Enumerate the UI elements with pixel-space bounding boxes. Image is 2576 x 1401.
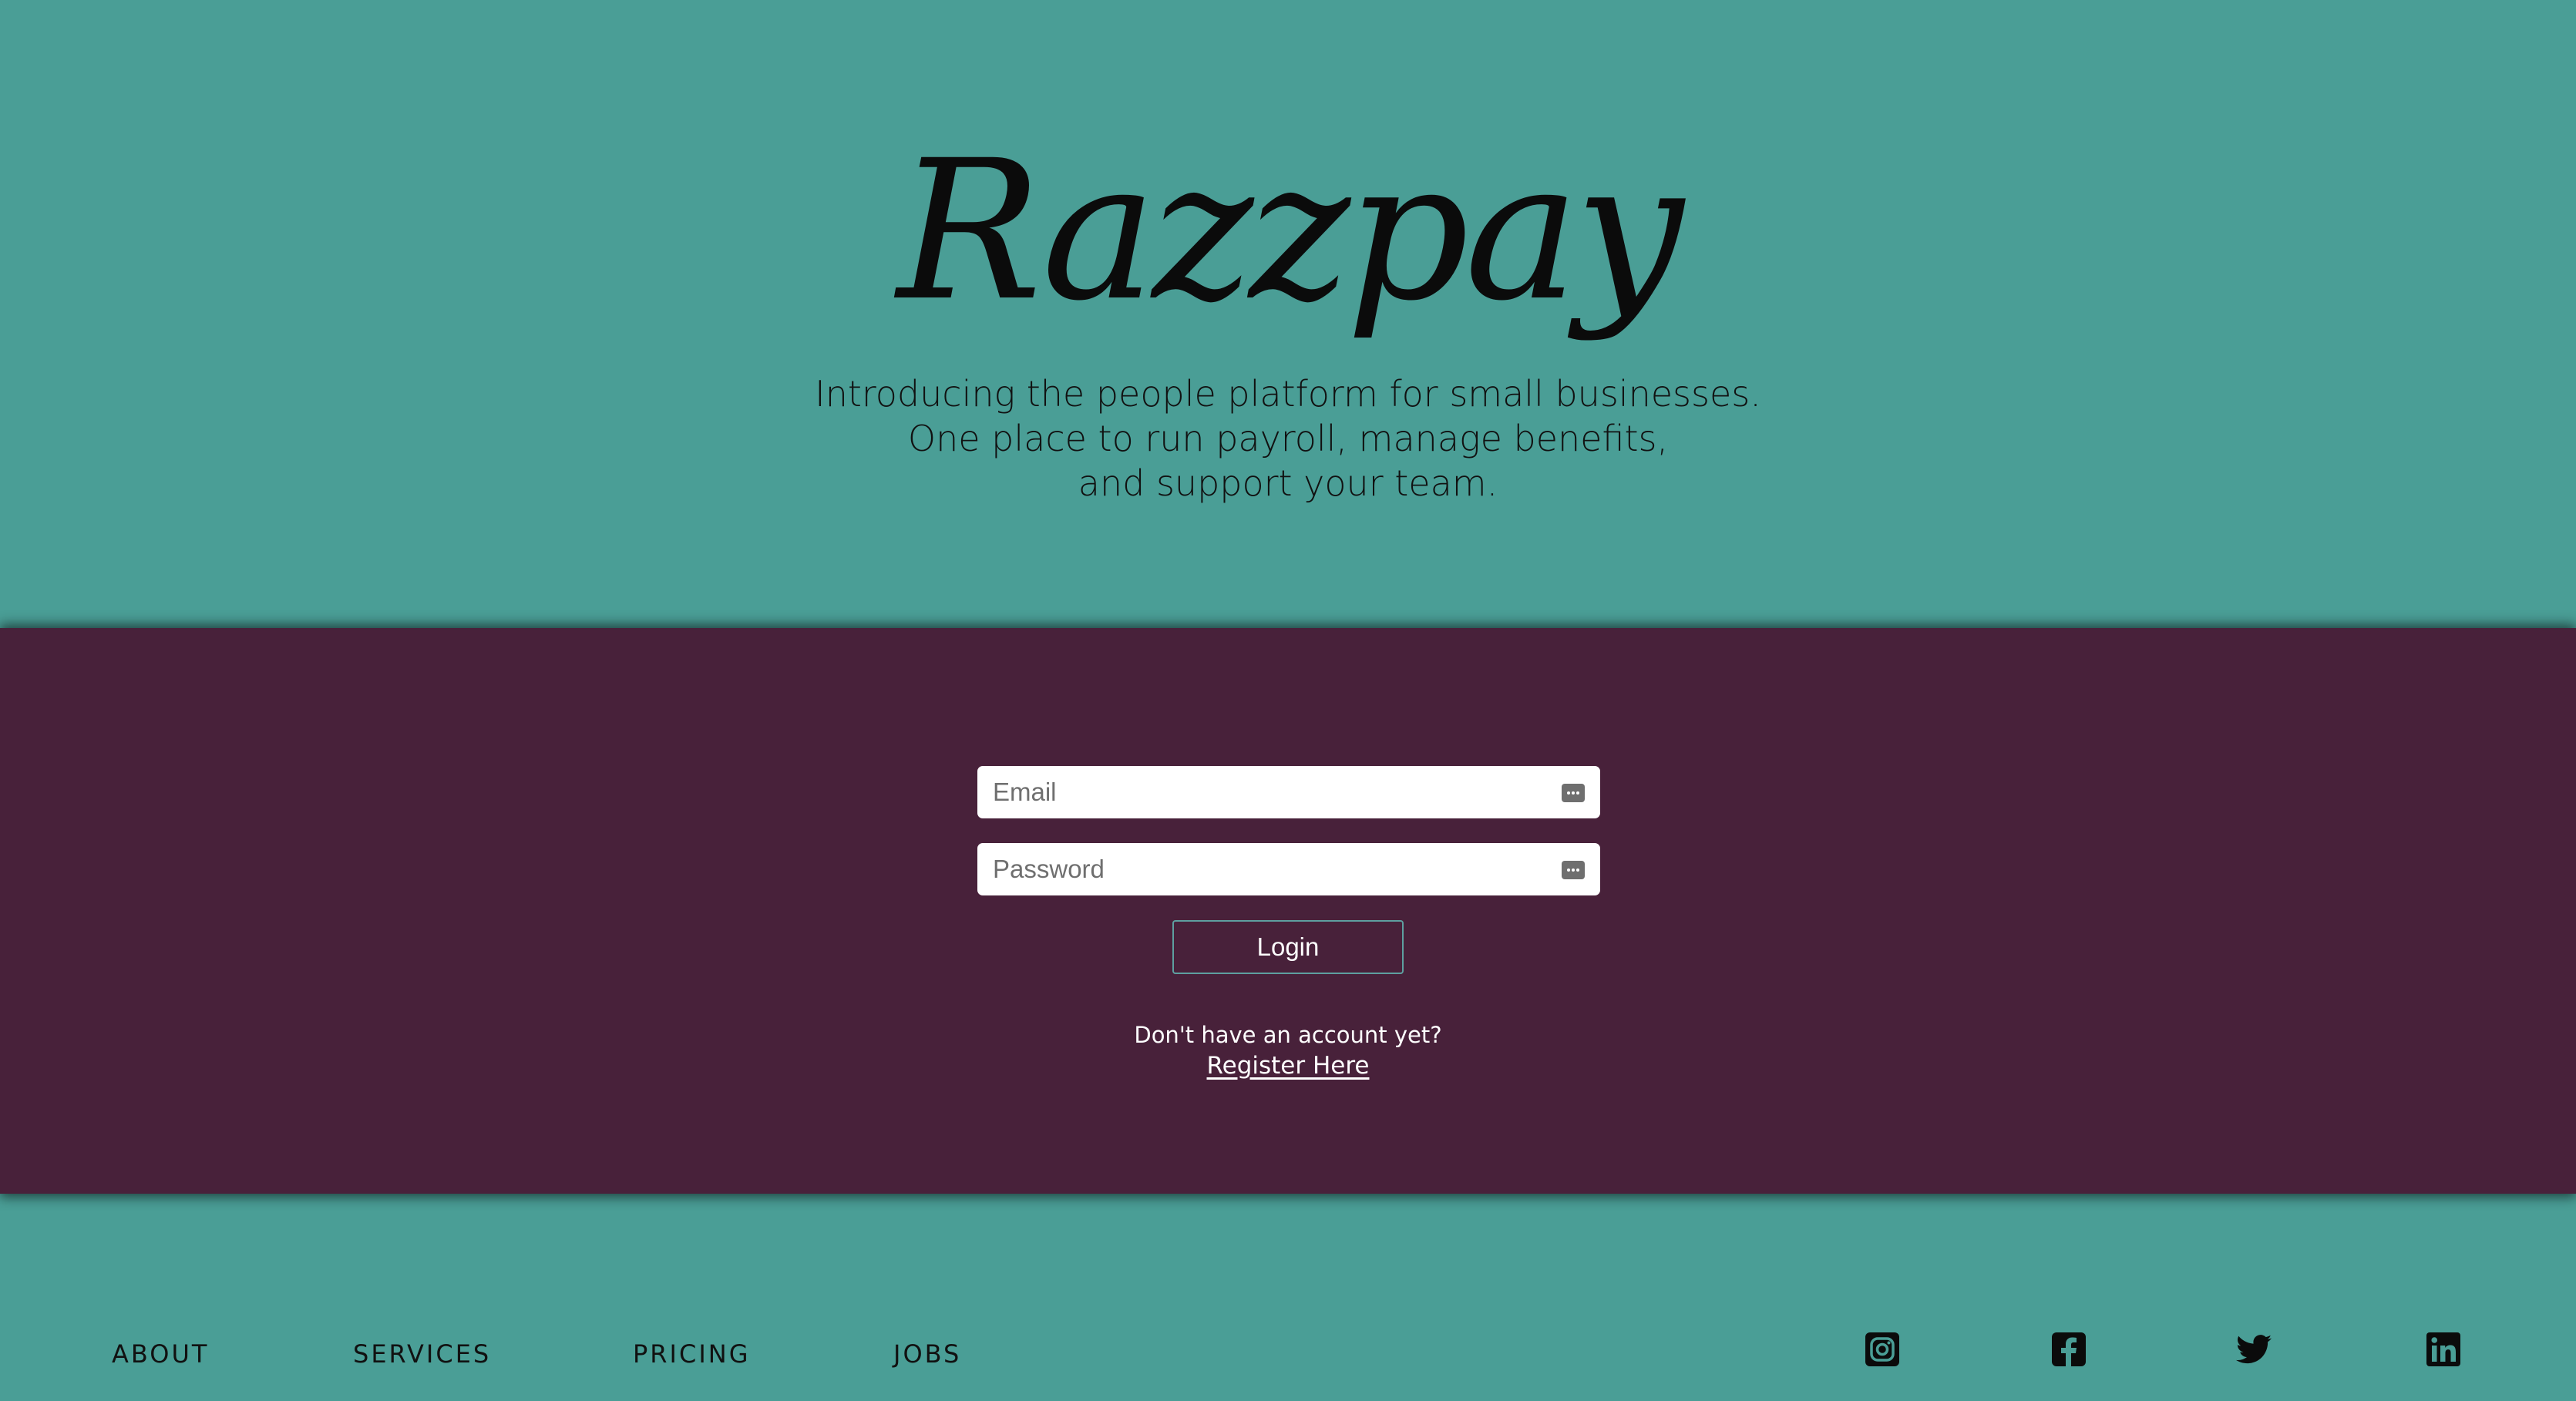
footer-link-about[interactable]: ABOUT <box>112 1339 209 1369</box>
register-link[interactable]: Register Here <box>1206 1052 1369 1080</box>
password-field[interactable] <box>977 843 1600 895</box>
twitter-icon[interactable] <box>2235 1331 2272 1368</box>
footer-link-jobs[interactable]: JOBS <box>893 1339 961 1369</box>
login-band <box>0 628 2576 1194</box>
footer-link-pricing[interactable]: PRICING <box>633 1339 750 1369</box>
footer-nav: ABOUT SERVICES PRICING JOBS <box>0 1339 1079 1378</box>
tagline-line-3: and support your team. <box>1078 462 1498 504</box>
login-button[interactable]: Login <box>1172 920 1404 974</box>
password-manager-icon[interactable] <box>1562 784 1585 802</box>
facebook-icon[interactable] <box>2050 1331 2087 1368</box>
hero-section: Razzpay Introducing the people platform … <box>0 0 2576 628</box>
brand-logo: Razzpay <box>896 119 1684 343</box>
email-input[interactable] <box>977 766 1548 818</box>
tagline-line-2: One place to run payroll, manage benefit… <box>907 418 1669 459</box>
register-link-container: Register Here <box>0 1050 2576 1081</box>
no-account-text: Don't have an account yet? <box>1134 1022 1442 1048</box>
tagline-line-1: Introducing the people platform for smal… <box>815 373 1761 415</box>
linkedin-icon[interactable] <box>2425 1331 2462 1368</box>
password-manager-icon[interactable] <box>1562 861 1585 879</box>
instagram-icon[interactable] <box>1864 1331 1901 1368</box>
hero-tagline: Introducing the people platform for smal… <box>0 371 2576 506</box>
password-input[interactable] <box>977 843 1548 895</box>
footer-link-services[interactable]: SERVICES <box>353 1339 491 1369</box>
email-field[interactable] <box>977 766 1600 818</box>
